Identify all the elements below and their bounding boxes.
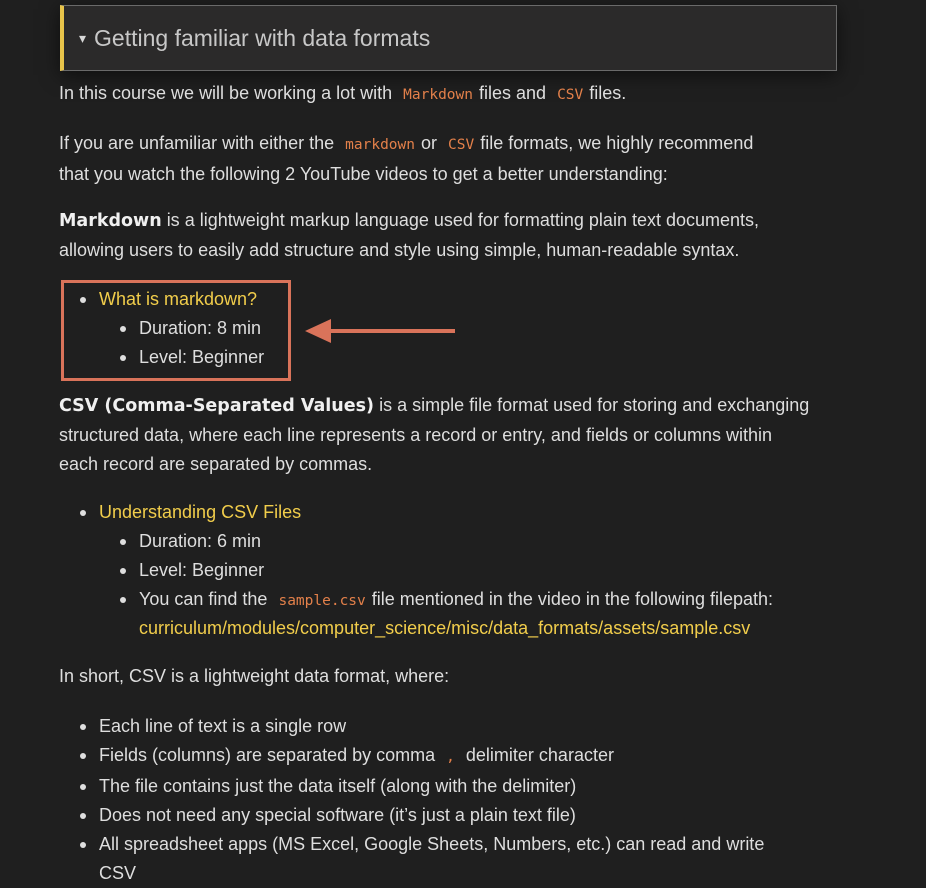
filepath-note-post: file mentioned in the video in the follo…: [371, 589, 774, 609]
sample-csv-filepath-link[interactable]: curriculum/modules/computer_science/misc…: [139, 618, 750, 638]
point2-post: delimiter character: [465, 745, 614, 765]
filepath-note-pre: You can find the: [139, 589, 268, 609]
list-item: All spreadsheet apps (MS Excel, Google S…: [79, 830, 765, 888]
recommend-paragraph: If you are unfamiliar with either the ma…: [59, 129, 839, 189]
csv-video-link[interactable]: Understanding CSV Files: [99, 502, 301, 522]
recommend-text-post: file formats, we highly recommend: [480, 133, 754, 153]
recommend-text-line2: that you watch the following 2 YouTube v…: [59, 164, 668, 184]
code-markdown-lower: markdown: [345, 137, 415, 153]
code-markdown: Markdown: [403, 87, 473, 103]
point2-pre: Fields (columns) are separated by comma: [99, 745, 436, 765]
csv-desc-line3: each record are separated by commas.: [59, 454, 373, 474]
recommend-text-mid: or: [421, 133, 438, 153]
details-summary[interactable]: ▾ Getting familiar with data formats: [60, 5, 837, 71]
markdown-description: Markdown is a lightweight markup languag…: [59, 206, 839, 265]
csv-points-list: Each line of text is a single row Fields…: [79, 712, 765, 888]
csv-desc-line2: structured data, where each line represe…: [59, 425, 773, 445]
intro-text-mid: files and: [479, 83, 547, 103]
csv-video-duration: Duration: 6 min: [119, 527, 773, 556]
point5-line1: All spreadsheet apps (MS Excel, Google S…: [99, 834, 765, 854]
markdown-term: Markdown: [59, 211, 162, 231]
intro-paragraph: In this course we will be working a lot …: [59, 79, 839, 110]
annotation-arrow-icon: [305, 319, 455, 343]
csv-description: CSV (Comma-Separated Values) is a simple…: [59, 391, 839, 479]
list-item: Understanding CSV Files Duration: 6 min …: [79, 498, 774, 616]
csv-video-list: Understanding CSV Files Duration: 6 min …: [79, 498, 774, 616]
list-item: Does not need any special software (it’s…: [79, 801, 764, 830]
in-short-text: In short, CSV is a lightweight data form…: [59, 666, 450, 686]
intro-text-pre: In this course we will be working a lot …: [59, 83, 393, 103]
code-comma: ,: [446, 749, 455, 765]
markdown-desc-line1: is a lightweight markup language used fo…: [166, 210, 760, 230]
filepath-container: curriculum/modules/computer_science/misc…: [139, 614, 750, 643]
markdown-desc-line2: allowing users to easily add structure a…: [59, 240, 740, 260]
csv-term: CSV (Comma-Separated Values): [59, 396, 375, 416]
csv-video-filepath-note: You can find the sample.csv file mentione…: [119, 585, 774, 616]
recommend-text-pre: If you are unfamiliar with either the: [59, 133, 335, 153]
annotation-highlight-box: [61, 280, 291, 381]
code-csv: CSV: [557, 87, 584, 103]
point5-line2: CSV: [99, 863, 137, 883]
csv-desc-line1: is a simple file format used for storing…: [379, 395, 810, 415]
code-sample-csv: sample.csv: [278, 593, 366, 609]
intro-text-post: files.: [589, 83, 627, 103]
caret-down-icon: ▾: [79, 29, 87, 46]
list-item: Each line of text is a single row: [79, 712, 764, 741]
details-title: Getting familiar with data formats: [94, 24, 431, 51]
list-item: The file contains just the data itself (…: [79, 772, 764, 801]
csv-video-level: Level: Beginner: [119, 556, 773, 585]
code-csv-2: CSV: [448, 137, 475, 153]
list-item: Fields (columns) are separated by comma …: [79, 741, 764, 772]
